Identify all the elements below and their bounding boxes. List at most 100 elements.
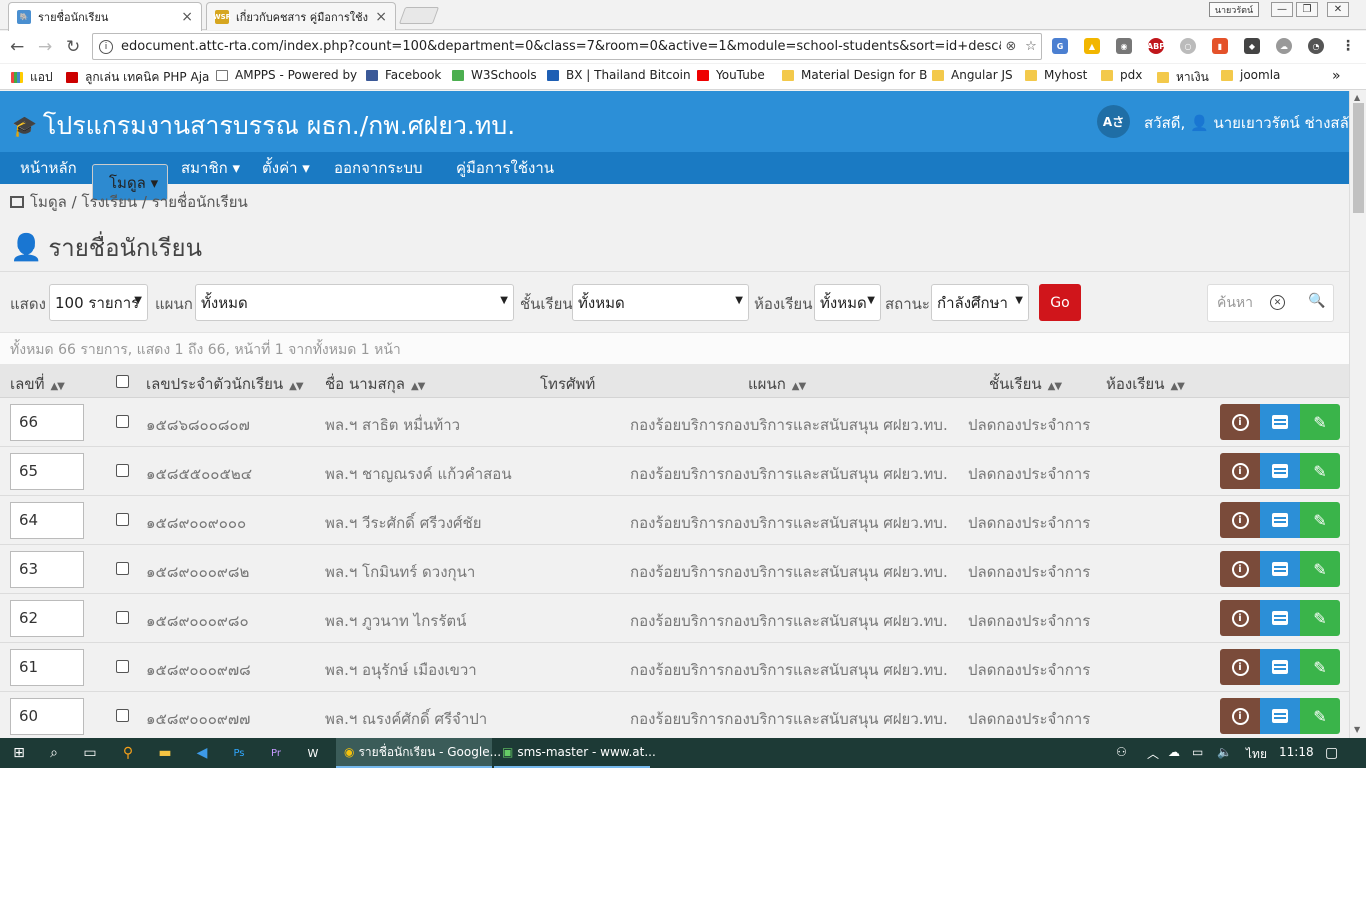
info-button[interactable]: i — [1220, 698, 1260, 734]
bookmark-pdx[interactable]: pdx — [1101, 68, 1142, 82]
window-user-badge[interactable]: นายวรัตน์ — [1209, 2, 1259, 17]
people-icon[interactable]: ⚇ — [1116, 745, 1127, 759]
bookmark-php[interactable]: ลูกเล่น เทคนิค PHP Aja — [66, 68, 209, 87]
bookmark-angular[interactable]: Angular JS — [932, 68, 1013, 82]
page-scrollbar[interactable]: ▲ ▼ — [1349, 91, 1366, 738]
row-checkbox[interactable] — [116, 611, 129, 624]
language-icon[interactable]: Aさ — [1097, 105, 1130, 138]
menu-kebab-icon[interactable]: ⋮ — [1340, 38, 1356, 54]
bookmark-money[interactable]: หาเงิน — [1157, 68, 1209, 87]
bookmark-material[interactable]: Material Design for B — [782, 68, 927, 82]
select-all-checkbox[interactable] — [116, 374, 129, 392]
breadcrumb-text[interactable]: โมดูล / โรงเรียน / รายชื่อนักเรียน — [30, 193, 248, 211]
bookmark-facebook[interactable]: Facebook — [366, 68, 441, 82]
clear-icon[interactable]: ✕ — [1270, 295, 1285, 310]
translate-icon[interactable]: ⊗ — [1001, 39, 1021, 54]
menu-settings[interactable]: ตั้งค่า ▾ — [252, 152, 320, 184]
order-input[interactable]: 65 — [10, 453, 84, 490]
sync-icon[interactable]: ☁ — [1276, 38, 1292, 54]
scrollbar-thumb[interactable] — [1353, 103, 1364, 213]
vscode-icon[interactable]: ◀ — [191, 742, 213, 764]
info-button[interactable]: i — [1220, 649, 1260, 685]
row-checkbox[interactable] — [116, 660, 129, 673]
order-input[interactable]: 61 — [10, 649, 84, 686]
class-select[interactable]: ทั้งหมด ▼ — [572, 284, 749, 321]
search-tool-icon[interactable]: ⚲ — [117, 742, 139, 764]
status-select[interactable]: กำลังศึกษา ▼ — [931, 284, 1029, 321]
clock[interactable]: 11:18 — [1279, 745, 1314, 759]
browser-tab-manual[interactable]: WSR เกี่ยวกับคชสาร คู่มือการใช้งาน × — [206, 2, 396, 30]
sort-icon[interactable]: ▲▼ — [1170, 381, 1184, 392]
edit-button[interactable]: ✎ — [1300, 502, 1340, 538]
bookmark-w3schools[interactable]: W3Schools — [452, 68, 537, 82]
photoshop-icon[interactable]: Ps — [228, 742, 250, 764]
detail-button[interactable] — [1260, 698, 1300, 734]
scroll-down-icon[interactable]: ▼ — [1354, 725, 1360, 734]
taskbar-app-chrome[interactable]: ◉ รายชื่อนักเรียน - Google... — [336, 738, 501, 768]
edit-button[interactable]: ✎ — [1300, 649, 1340, 685]
detail-button[interactable] — [1260, 453, 1300, 489]
office-icon[interactable]: ▮ — [1212, 38, 1228, 54]
search-icon[interactable]: 🔍 — [1308, 293, 1325, 309]
close-tab-icon[interactable]: × — [375, 9, 387, 25]
info-button[interactable]: i — [1220, 551, 1260, 587]
google-translate-icon[interactable]: G — [1052, 38, 1068, 54]
row-checkbox[interactable] — [116, 464, 129, 477]
order-input[interactable]: 60 — [10, 698, 84, 735]
info-icon[interactable]: i — [99, 39, 113, 54]
minimize-button[interactable]: — — [1271, 2, 1293, 17]
edit-button[interactable]: ✎ — [1300, 404, 1340, 440]
detail-button[interactable] — [1260, 600, 1300, 636]
menu-members[interactable]: สมาชิก ▾ — [171, 152, 250, 184]
order-input[interactable]: 63 — [10, 551, 84, 588]
browser-tab-students[interactable]: 🐘 รายชื่อนักเรียน × — [8, 2, 202, 31]
order-input[interactable]: 64 — [10, 502, 84, 539]
detail-button[interactable] — [1260, 551, 1300, 587]
bookmark-bx[interactable]: BX | Thailand Bitcoin — [547, 68, 691, 82]
tray-chevron-icon[interactable]: ︿ — [1147, 745, 1159, 762]
room-select[interactable]: ทั้งหมด ▼ — [814, 284, 881, 321]
windows-start-icon[interactable]: ⊞ — [8, 742, 30, 764]
address-bar[interactable]: i edocument.attc-rta.com/index.php?count… — [92, 33, 1042, 60]
search-input[interactable]: ค้นหา — [1217, 292, 1253, 314]
input-language[interactable]: ไทย — [1246, 745, 1267, 764]
detail-button[interactable] — [1260, 649, 1300, 685]
file-explorer-icon[interactable]: ▬ — [154, 742, 176, 764]
sort-icon[interactable]: ▲▼ — [1048, 381, 1062, 392]
go-button[interactable]: Go — [1039, 284, 1081, 321]
search-box[interactable]: ค้นหา ✕ 🔍 — [1207, 284, 1334, 322]
row-checkbox[interactable] — [116, 513, 129, 526]
network-icon[interactable]: ▭ — [1192, 745, 1203, 759]
sort-icon[interactable]: ▲▼ — [411, 381, 425, 392]
row-checkbox[interactable] — [116, 562, 129, 575]
bookmark-myhost[interactable]: Myhost — [1025, 68, 1087, 82]
user-greeting[interactable]: สวัสดี, 👤 นายเยาวรัตน์ ช่างสลัก — [1144, 111, 1358, 135]
restore-button[interactable]: ❐ — [1296, 2, 1318, 17]
onedrive-icon[interactable]: ☁ — [1168, 745, 1180, 759]
adblock-icon[interactable]: ABP — [1147, 38, 1165, 54]
row-checkbox[interactable] — [116, 709, 129, 722]
speed-icon[interactable]: ◔ — [1308, 38, 1324, 54]
reload-icon[interactable]: ↻ — [66, 37, 80, 57]
new-tab-button[interactable] — [398, 7, 440, 24]
search-icon[interactable]: ⌕ — [43, 742, 65, 764]
sort-icon[interactable]: ▲▼ — [50, 381, 64, 392]
edit-button[interactable]: ✎ — [1300, 453, 1340, 489]
sort-icon[interactable]: ▲▼ — [289, 381, 303, 392]
detail-button[interactable] — [1260, 404, 1300, 440]
bookmark-apps[interactable]: แอป — [11, 68, 53, 87]
department-select[interactable]: ทั้งหมด ▼ — [195, 284, 514, 321]
bookmark-youtube[interactable]: YouTube — [697, 68, 765, 82]
row-checkbox[interactable] — [116, 415, 129, 428]
edit-button[interactable]: ✎ — [1300, 551, 1340, 587]
order-input[interactable]: 62 — [10, 600, 84, 637]
menu-home[interactable]: หน้าหลัก — [10, 152, 87, 184]
info-button[interactable]: i — [1220, 600, 1260, 636]
edit-button[interactable]: ✎ — [1300, 600, 1340, 636]
forward-icon[interactable]: → — [38, 37, 52, 57]
bookmark-joomla[interactable]: joomla — [1221, 68, 1280, 82]
header-name[interactable]: ชื่อ นามสกุล ▲▼ — [325, 372, 425, 396]
menu-manual[interactable]: คู่มือการใช้งาน — [446, 152, 564, 184]
scroll-up-icon[interactable]: ▲ — [1354, 93, 1360, 102]
close-tab-icon[interactable]: × — [181, 9, 193, 25]
